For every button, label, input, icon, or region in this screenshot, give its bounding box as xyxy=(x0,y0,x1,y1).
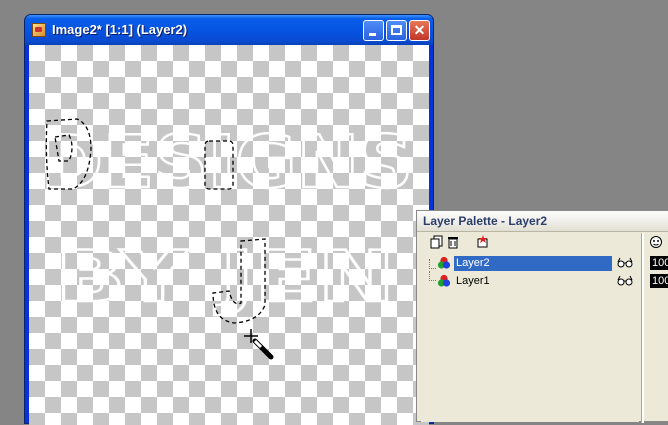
image-window[interactable]: Image2* [1:1] (Layer2) ✕ DESIGNS BY JEN xyxy=(24,14,434,425)
maximize-button[interactable] xyxy=(386,20,407,41)
rgb-layer-icon xyxy=(437,256,451,269)
layer-list: Layer2 Layer1 xyxy=(421,252,639,422)
delete-layer-icon[interactable] xyxy=(446,235,460,249)
minimize-button[interactable] xyxy=(363,20,384,41)
visibility-glasses-icon[interactable] xyxy=(617,257,633,269)
new-layer-icon[interactable] xyxy=(430,235,444,249)
image-window-titlebar[interactable]: Image2* [1:1] (Layer2) ✕ xyxy=(25,15,433,45)
layer-palette-titlebar[interactable]: Layer Palette - Layer2 xyxy=(417,211,668,232)
layer-name[interactable]: Layer2 xyxy=(454,256,612,271)
app-icon xyxy=(32,23,46,37)
canvas-text-line1: DESIGNS xyxy=(41,120,413,204)
magic-wand-cursor-icon xyxy=(244,329,274,360)
layer-row-layer1[interactable]: Layer1 xyxy=(421,271,639,290)
tree-connector xyxy=(429,271,436,281)
palette-splitter[interactable] xyxy=(641,233,644,423)
canvas-artwork: DESIGNS BY JEN xyxy=(40,118,414,360)
layer-opacity-slider[interactable]: 100 xyxy=(650,274,668,288)
visibility-glasses-icon[interactable] xyxy=(617,275,633,287)
rgb-layer-icon xyxy=(437,274,451,287)
layer-name[interactable]: Layer1 xyxy=(454,274,612,289)
layer-palette[interactable]: Layer Palette - Layer2 Layer2 Layer1 100… xyxy=(416,210,668,423)
opacity-column-icon xyxy=(650,236,662,248)
maximize-icon xyxy=(391,25,402,35)
canvas-text-line2: BY JEN xyxy=(55,236,395,318)
close-icon: ✕ xyxy=(413,22,426,38)
image-canvas[interactable]: DESIGNS BY JEN xyxy=(29,45,429,425)
layer-toolbar xyxy=(420,233,640,251)
minimize-icon xyxy=(369,33,376,36)
tree-connector xyxy=(429,259,436,269)
layer-opacity-slider[interactable]: 100 xyxy=(650,256,668,270)
layer-row-layer2[interactable]: Layer2 xyxy=(421,255,639,272)
layer-properties-icon[interactable] xyxy=(476,235,490,249)
window-title: Image2* [1:1] (Layer2) xyxy=(52,22,188,37)
close-button[interactable]: ✕ xyxy=(409,20,430,41)
layer-palette-title: Layer Palette - Layer2 xyxy=(423,214,548,228)
